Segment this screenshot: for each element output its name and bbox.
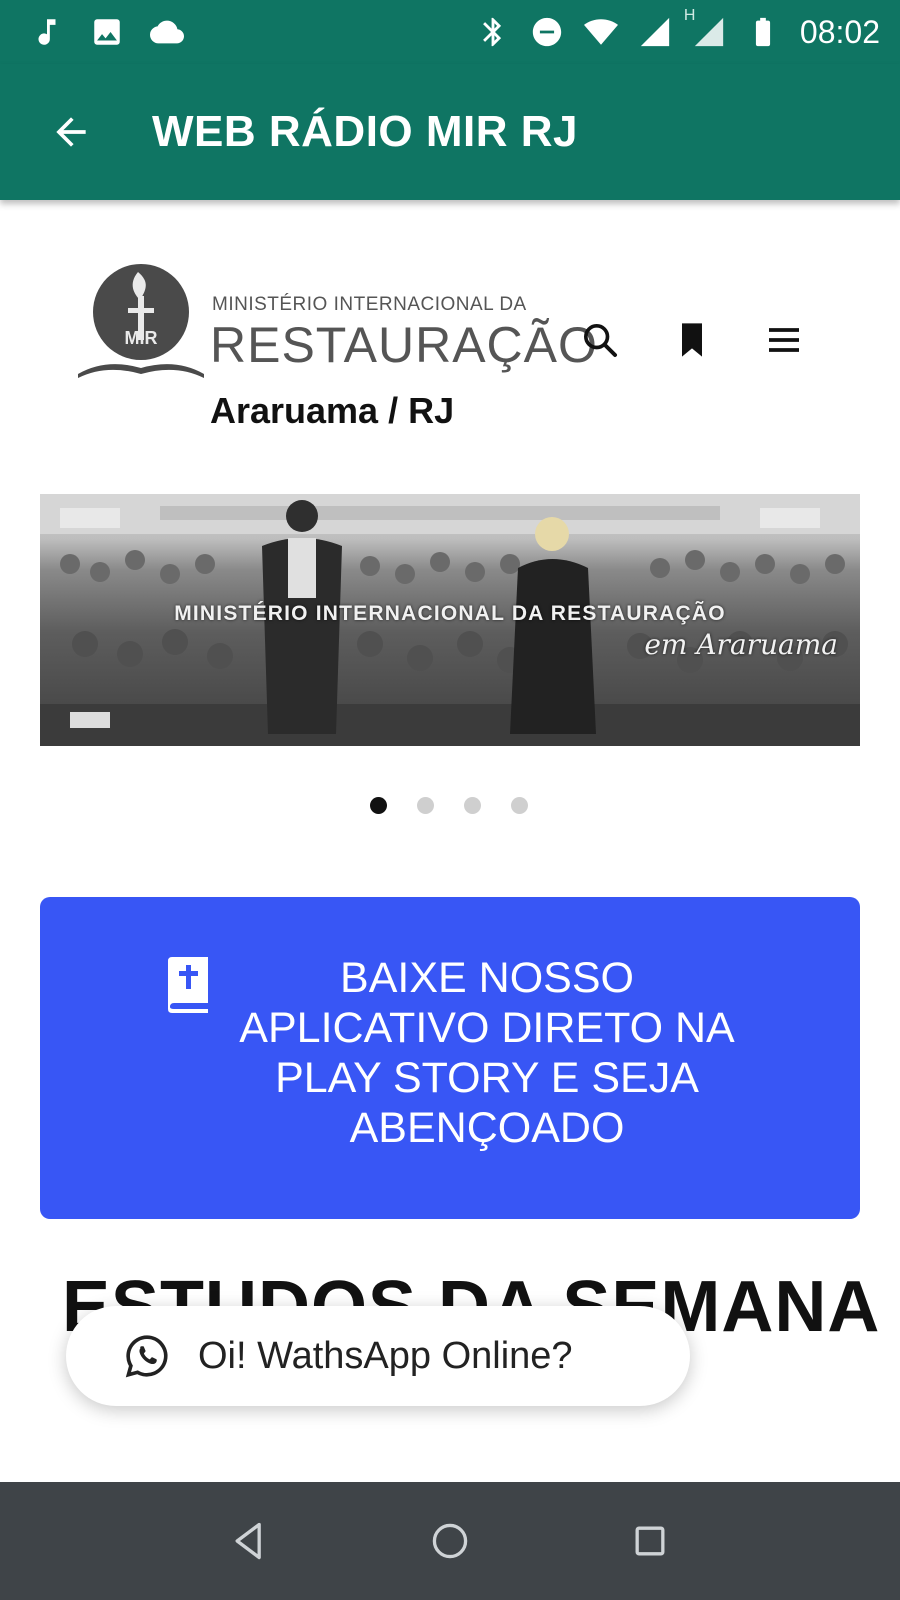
status-time: 08:02 — [799, 13, 880, 50]
status-bar: H 08:02 — [0, 0, 900, 64]
bluetooth-icon — [476, 15, 510, 49]
carousel-dot-3[interactable] — [464, 797, 481, 814]
recents-nav-icon[interactable] — [625, 1516, 675, 1566]
carousel-dot-4[interactable] — [511, 797, 528, 814]
music-note-icon — [30, 15, 64, 49]
svg-text:MIR: MIR — [125, 328, 158, 348]
download-app-text: BAIXE NOSSO APLICATIVO DIRETO NA PLAY ST… — [239, 954, 735, 1152]
site-logo[interactable]: MIR MINISTÉRIO INTERNACIONAL DA RESTAURA… — [76, 260, 597, 431]
back-button[interactable] — [46, 107, 96, 157]
logo-city: Araruama / RJ — [210, 390, 455, 431]
do-not-disturb-icon — [530, 15, 564, 49]
signal-h-icon: H — [684, 7, 726, 49]
carousel-title: MINISTÉRIO INTERNACIONAL DA RESTAURAÇÃO — [174, 602, 726, 625]
whatsapp-icon — [124, 1333, 170, 1379]
wifi-icon — [583, 15, 618, 49]
menu-icon[interactable] — [764, 320, 804, 360]
app-bar: WEB RÁDIO MIR RJ — [0, 64, 900, 200]
battery-icon — [746, 15, 780, 49]
logo-emblem-icon: MIR — [78, 264, 204, 378]
site-header: MIR MINISTÉRIO INTERNACIONAL DA RESTAURA… — [0, 240, 900, 440]
search-icon[interactable] — [580, 320, 620, 360]
carousel-subtitle: em Araruama — [644, 628, 838, 661]
hero-carousel[interactable]: MINISTÉRIO INTERNACIONAL DA RESTAURAÇÃO … — [40, 494, 860, 746]
bookmark-icon[interactable] — [672, 320, 712, 360]
carousel-indicators — [0, 797, 900, 814]
whatsapp-chat-button[interactable]: Oi! WathsApp Online? — [66, 1306, 690, 1406]
logo-subtitle: MINISTÉRIO INTERNACIONAL DA — [212, 294, 527, 315]
header-actions — [580, 320, 804, 360]
system-nav-bar — [0, 1482, 900, 1600]
carousel-dot-1[interactable] — [370, 797, 387, 814]
app-title: WEB RÁDIO MIR RJ — [152, 107, 578, 156]
arrow-back-icon — [56, 117, 86, 147]
whatsapp-label: Oi! WathsApp Online? — [198, 1334, 573, 1377]
bible-icon — [164, 957, 212, 1013]
image-icon — [90, 15, 124, 49]
download-app-banner[interactable]: BAIXE NOSSO APLICATIVO DIRETO NA PLAY ST… — [40, 897, 860, 1219]
home-nav-icon[interactable] — [425, 1516, 475, 1566]
carousel-dot-2[interactable] — [417, 797, 434, 814]
status-left-icons — [30, 15, 184, 49]
cloud-icon — [150, 15, 184, 49]
network-type-label: H — [683, 7, 696, 24]
back-nav-icon[interactable] — [225, 1516, 275, 1566]
signal-icon — [638, 15, 672, 49]
status-right-icons: H 08:02 — [476, 7, 880, 51]
logo-title: RESTAURAÇÃO — [210, 317, 598, 373]
